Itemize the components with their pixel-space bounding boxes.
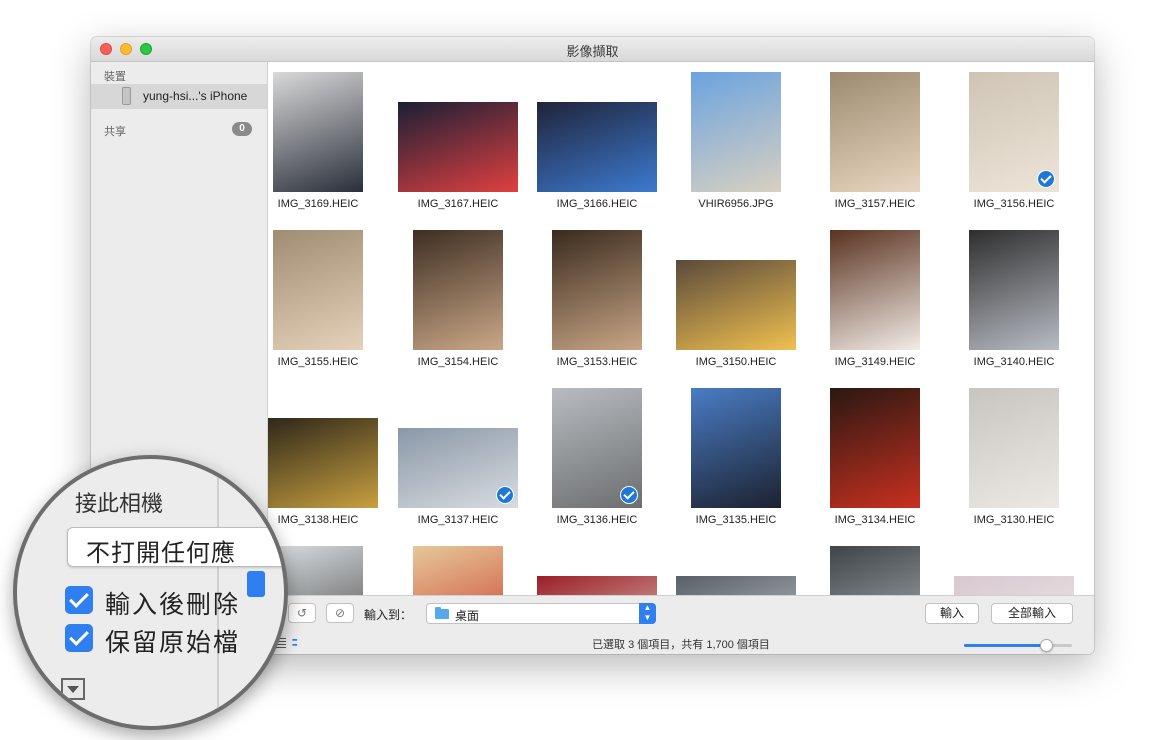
photo-thumbnail[interactable] — [830, 72, 920, 192]
photo-thumbnail[interactable] — [676, 576, 796, 595]
sidebar-item-iphone[interactable]: yung-hsi...'s iPhone — [91, 84, 267, 109]
import-to-label: 輸入到： — [364, 608, 413, 622]
selection-highlight — [247, 571, 265, 597]
import-all-button[interactable]: 全部輸入 — [991, 603, 1073, 624]
destination-value: 桌面 — [455, 609, 480, 623]
photo-filename: IMG_3166.HEIC — [556, 198, 638, 210]
photo-filename: VHIR6956.JPG — [698, 198, 774, 210]
no-entry-icon: ⊘ — [334, 606, 346, 620]
shared-count-badge: 0 — [232, 122, 252, 136]
connect-camera-heading: 接此相機 — [75, 491, 164, 516]
shared-header: 共享 — [104, 126, 126, 138]
import-button[interactable]: 輸入 — [925, 603, 979, 624]
photo-filename: IMG_3137.HEIC — [417, 514, 499, 526]
selected-checkmark-icon — [620, 486, 638, 504]
photo-thumbnail[interactable] — [413, 546, 503, 595]
delete-after-import-label: 輸入後刪除 — [105, 591, 241, 619]
photo-thumbnail[interactable] — [552, 230, 642, 350]
photo-thumbnail[interactable] — [537, 102, 657, 192]
photo-filename: IMG_3136.HEIC — [556, 514, 638, 526]
bottom-toolbar: ↺ ⊘ 輸入到： 桌面 ▲ ▼ 輸入 全部輸入 ▪▪▪ ▪▪▪ 已選取 3 個項目，… — [268, 595, 1094, 654]
photo-filename: IMG_3155.HEIC — [277, 356, 359, 368]
open-app-value: 不打開任何應 — [86, 540, 236, 567]
thumbnail-size-slider[interactable] — [964, 639, 1072, 652]
photo-thumbnail[interactable] — [691, 388, 781, 508]
open-app-popup[interactable]: 不打開任何應 — [67, 527, 284, 567]
keep-originals-label: 保留原始檔 — [105, 629, 241, 657]
rotate-icon: ↺ — [296, 606, 308, 620]
photo-thumbnail[interactable] — [676, 260, 796, 350]
photo-thumbnail[interactable] — [969, 388, 1059, 508]
photo-filename: IMG_3154.HEIC — [417, 356, 499, 368]
rotate-button[interactable]: ↺ — [288, 603, 316, 623]
photo-thumbnail[interactable] — [830, 546, 920, 595]
photo-thumbnail[interactable] — [413, 230, 503, 350]
photo-thumbnail[interactable] — [273, 72, 363, 192]
keep-originals-checkbox[interactable] — [65, 624, 93, 652]
photo-thumbnail[interactable] — [273, 230, 363, 350]
photo-thumbnail[interactable] — [691, 72, 781, 192]
photo-filename: IMG_3153.HEIC — [556, 356, 638, 368]
photo-filename: IMG_3149.HEIC — [834, 356, 916, 368]
delete-button[interactable]: ⊘ — [326, 603, 354, 623]
slider-knob[interactable] — [1040, 639, 1054, 652]
photo-thumbnail[interactable] — [268, 418, 378, 508]
chevron-updown-icon: ▲ ▼ — [639, 603, 656, 624]
photo-filename: IMG_3138.HEIC — [277, 514, 359, 526]
photo-grid: IMG_3169.HEIC IMG_3167.HEIC IMG_3166.HEIC V… — [268, 62, 1094, 595]
photo-filename: IMG_3140.HEIC — [973, 356, 1055, 368]
photo-thumbnail[interactable] — [398, 102, 518, 192]
photo-thumbnail[interactable] — [954, 576, 1074, 595]
photo-filename: IMG_3135.HEIC — [695, 514, 777, 526]
photo-filename: IMG_3167.HEIC — [417, 198, 499, 210]
folder-icon — [435, 607, 449, 619]
photo-thumbnail[interactable] — [830, 230, 920, 350]
delete-after-import-checkbox[interactable] — [65, 586, 93, 614]
photo-filename: IMG_3130.HEIC — [973, 514, 1055, 526]
devices-header: 裝置 — [104, 71, 126, 83]
photo-thumbnail[interactable] — [830, 388, 920, 508]
photo-thumbnail[interactable] — [969, 230, 1059, 350]
title-bar: 影像擷取 — [91, 37, 1094, 62]
window-title: 影像擷取 — [566, 44, 619, 59]
photo-filename: IMG_3157.HEIC — [834, 198, 916, 210]
disclosure-triangle-icon[interactable] — [61, 678, 85, 700]
slider-fill — [964, 644, 1047, 647]
photo-thumbnail[interactable] — [537, 576, 657, 595]
selected-checkmark-icon — [1037, 170, 1055, 188]
device-name: yung-hsi...'s iPhone — [143, 89, 248, 103]
photo-filename: IMG_3150.HEIC — [695, 356, 777, 368]
magnifier-callout: 接此相機 不打開任何應 輸入後刪除 保留原始檔 — [13, 455, 288, 730]
selected-checkmark-icon — [496, 486, 514, 504]
iphone-icon — [122, 87, 131, 105]
photo-filename: IMG_3156.HEIC — [973, 198, 1055, 210]
photo-filename: IMG_3134.HEIC — [834, 514, 916, 526]
photo-filename: IMG_3169.HEIC — [277, 198, 359, 210]
destination-popup[interactable]: 桌面 ▲ ▼ — [426, 603, 656, 624]
